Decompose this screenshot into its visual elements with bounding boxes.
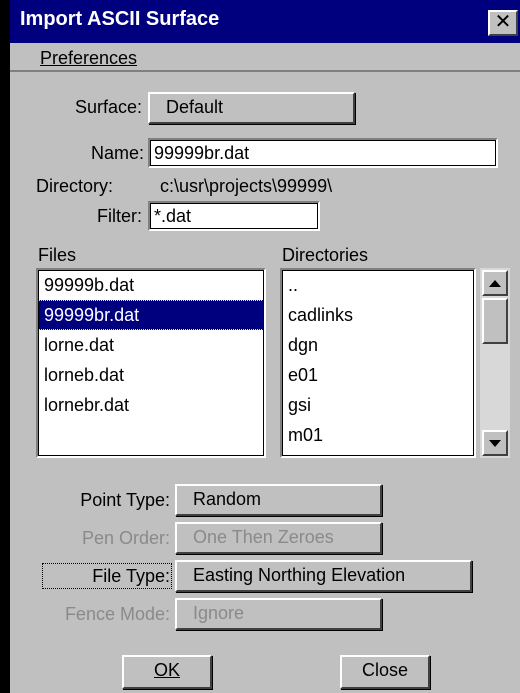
- directories-header: Directories: [282, 245, 369, 265]
- directory-item[interactable]: dgn: [282, 330, 474, 360]
- close-window-button[interactable]: ✕: [488, 10, 518, 36]
- scroll-up-button[interactable]: [482, 270, 508, 296]
- background-edge: [0, 0, 10, 693]
- directory-item[interactable]: cadlinks: [282, 300, 474, 330]
- file-item-selected[interactable]: 99999br.dat: [38, 300, 264, 330]
- window-title: Import ASCII Surface: [20, 8, 220, 30]
- point-type-label: Point Type:: [80, 490, 170, 510]
- scroll-down-button[interactable]: [482, 430, 508, 456]
- file-type-label: File Type:: [42, 563, 172, 589]
- directory-item[interactable]: m01: [282, 420, 474, 450]
- ok-button[interactable]: OK: [122, 655, 212, 689]
- files-header: Files: [38, 245, 77, 265]
- point-type-button[interactable]: Random: [175, 484, 382, 516]
- scroll-thumb[interactable]: [482, 298, 508, 344]
- filter-label: Filter:: [97, 206, 142, 226]
- file-type-button[interactable]: Easting Northing Elevation: [175, 560, 472, 592]
- file-item[interactable]: lornebr.dat: [38, 390, 264, 420]
- file-item[interactable]: 99999b.dat: [38, 270, 264, 300]
- filter-input[interactable]: *.dat: [148, 201, 320, 231]
- directory-item[interactable]: ..: [282, 270, 474, 300]
- file-item[interactable]: lorneb.dat: [38, 360, 264, 390]
- file-item[interactable]: lorne.dat: [38, 330, 264, 360]
- fence-mode-label: Fence Mode:: [64, 604, 170, 624]
- fence-mode-button: Ignore: [175, 598, 382, 630]
- scroll-down-icon: [489, 440, 501, 447]
- directory-value: c:\usr\projects\99999\: [160, 176, 333, 196]
- directory-label: Directory:: [36, 176, 114, 196]
- surface-label: Surface:: [74, 97, 142, 117]
- surface-select-button[interactable]: Default: [148, 92, 355, 124]
- name-label: Name:: [90, 143, 144, 163]
- pen-order-button: One Then Zeroes: [175, 522, 382, 554]
- directory-item[interactable]: e01: [282, 360, 474, 390]
- name-input[interactable]: 99999br.dat: [148, 138, 498, 168]
- directory-item[interactable]: gsi: [282, 390, 474, 420]
- files-list[interactable]: 99999b.dat 99999br.dat lorne.dat lorneb.…: [36, 268, 266, 458]
- menu-preferences[interactable]: Preferences: [40, 48, 137, 69]
- close-button[interactable]: Close: [340, 655, 430, 689]
- scroll-up-icon: [489, 280, 501, 287]
- pen-order-label: Pen Order:: [81, 528, 170, 548]
- close-icon: ✕: [494, 11, 512, 33]
- directories-list[interactable]: .. cadlinks dgn e01 gsi m01: [280, 268, 476, 458]
